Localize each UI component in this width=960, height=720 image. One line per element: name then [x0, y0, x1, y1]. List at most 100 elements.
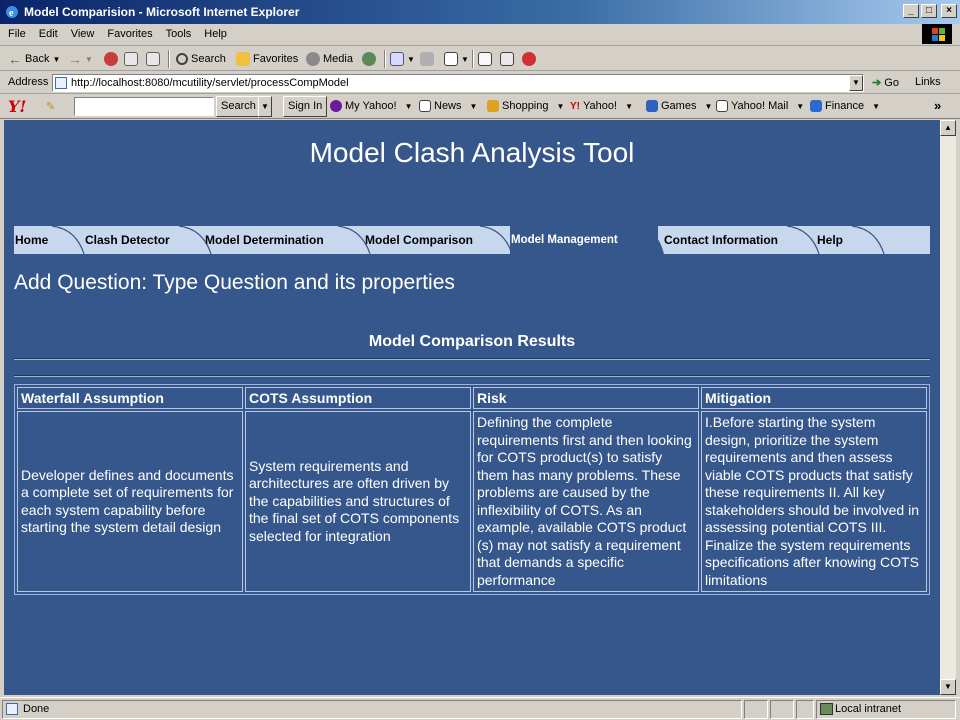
discuss-button[interactable] — [478, 50, 492, 68]
my-yahoo-link[interactable]: My Yahoo! ▼ — [330, 100, 413, 112]
shopping-label: Shopping — [502, 100, 549, 112]
tab-home[interactable]: Home — [15, 226, 48, 254]
yahoo-search-input[interactable] — [74, 97, 214, 116]
messenger-icon — [500, 52, 514, 66]
forward-button[interactable]: → ▼ — [68, 50, 93, 68]
tab-model-determination[interactable]: Model Determination — [205, 226, 324, 254]
address-input[interactable]: http://localhost:8080/mcutility/servlet/… — [52, 74, 864, 92]
edit-button[interactable]: ▼ — [444, 50, 469, 68]
cell-cots-assumption: System requirements and architectures ar… — [244, 411, 471, 592]
forward-arrow-icon: → — [68, 51, 82, 67]
status-panel — [744, 700, 768, 719]
yahoo-search-dropdown[interactable]: ▼ — [258, 96, 272, 117]
results-title: Model Comparison Results — [368, 333, 576, 350]
app-title: Model Clash Analysis Tool — [309, 137, 635, 168]
yahoo-link[interactable]: Y! Yahoo! ▼ — [570, 100, 633, 112]
favorites-label: Favorites — [253, 53, 299, 65]
intranet-icon — [820, 703, 833, 715]
yahoo-logo[interactable]: Y! — [8, 97, 26, 116]
yahoo-mail-link[interactable]: Yahoo! Mail ▼ — [716, 100, 804, 112]
search-button[interactable]: Search — [176, 50, 226, 68]
standard-toolbar: ← Back ▼ → ▼ Search Favorites Media ▼ ▼ — [0, 47, 960, 71]
table-header-row: Waterfall Assumption COTS Assumption Ris… — [17, 387, 927, 409]
history-button[interactable] — [362, 50, 376, 68]
yahoo-small-icon: Y! — [570, 100, 580, 112]
mail-button[interactable]: ▼ — [390, 50, 415, 68]
research-button[interactable] — [522, 50, 536, 68]
close-button[interactable]: × — [941, 4, 957, 18]
links-button[interactable]: Links — [915, 76, 941, 88]
page-content: Model Clash Analysis Tool Home Clash Det… — [4, 120, 940, 695]
minimize-button[interactable]: _ — [903, 4, 919, 18]
cell-mitigation: I.Before starting the system design, pri… — [700, 411, 927, 592]
chevron-down-icon: ▼ — [404, 101, 413, 111]
scroll-up-button[interactable]: ▲ — [940, 120, 956, 136]
sign-in-button[interactable]: Sign In — [283, 96, 328, 117]
column-header-mitigation: Mitigation — [700, 387, 927, 409]
news-link[interactable]: News ▼ — [419, 100, 477, 112]
toolbar-more-button[interactable]: » — [934, 98, 941, 113]
mail-icon — [390, 52, 404, 66]
mail-icon — [716, 100, 728, 112]
menu-view[interactable]: View — [71, 28, 95, 40]
go-button[interactable]: ➔ Go — [872, 76, 899, 89]
page-heading: Add Question: Type Question and its prop… — [14, 271, 455, 294]
menu-file[interactable]: File — [8, 28, 26, 40]
chevron-down-icon: ▼ — [796, 101, 805, 111]
refresh-icon — [124, 52, 138, 66]
vertical-scrollbar[interactable]: ▲ ▼ — [940, 120, 956, 695]
yahoo-search-button[interactable]: Search — [216, 96, 261, 117]
menu-bar: File Edit View Favorites Tools Help — [0, 24, 960, 46]
go-label: Go — [884, 77, 899, 89]
comparison-results-table: Waterfall Assumption COTS Assumption Ris… — [14, 384, 930, 595]
stop-icon — [104, 52, 118, 66]
discuss-icon — [478, 52, 492, 66]
page-icon — [55, 77, 67, 89]
games-link[interactable]: Games ▼ — [646, 100, 712, 112]
shopping-link[interactable]: Shopping ▼ — [487, 100, 564, 112]
favorites-button[interactable]: Favorites — [236, 50, 298, 68]
news-label: News — [434, 100, 462, 112]
address-dropdown-button[interactable]: ▼ — [849, 75, 863, 91]
status-panel — [770, 700, 794, 719]
window-title: Model Comparision - Microsoft Internet E… — [24, 5, 300, 19]
tab-help[interactable]: Help — [817, 226, 843, 254]
address-url: http://localhost:8080/mcutility/servlet/… — [71, 77, 349, 89]
my-yahoo-label: My Yahoo! — [345, 100, 397, 112]
chevron-down-icon: ▼ — [556, 101, 565, 111]
home-button[interactable] — [146, 50, 160, 68]
window-titlebar[interactable]: e Model Comparision - Microsoft Internet… — [0, 0, 960, 24]
tab-model-comparison[interactable]: Model Comparison — [365, 226, 473, 254]
chevron-down-icon: ▼ — [52, 54, 61, 64]
my-yahoo-icon — [330, 100, 342, 112]
menu-tools[interactable]: Tools — [166, 28, 192, 40]
scroll-down-button[interactable]: ▼ — [940, 679, 956, 695]
internet-explorer-icon: e — [6, 6, 18, 19]
messenger-button[interactable] — [500, 50, 514, 68]
shopping-icon — [487, 100, 499, 112]
back-button[interactable]: ← Back ▼ — [8, 50, 60, 68]
media-button[interactable]: Media — [306, 50, 353, 68]
refresh-button[interactable] — [124, 50, 138, 68]
status-panel — [796, 700, 814, 719]
column-header-waterfall: Waterfall Assumption — [17, 387, 243, 409]
menu-help[interactable]: Help — [204, 28, 227, 40]
tab-contact-information[interactable]: Contact Information — [664, 226, 778, 254]
chevron-down-icon: ▼ — [85, 54, 93, 64]
chevron-down-icon: ▼ — [461, 54, 469, 64]
address-bar: Address http://localhost:8080/mcutility/… — [0, 72, 960, 94]
tab-clash-detector[interactable]: Clash Detector — [85, 226, 170, 254]
pencil-icon[interactable]: ✎ — [46, 100, 55, 113]
print-button[interactable] — [420, 50, 434, 68]
divider — [14, 375, 930, 377]
menu-edit[interactable]: Edit — [39, 28, 58, 40]
table-row: Developer defines and documents a comple… — [17, 411, 927, 592]
stop-button[interactable] — [104, 50, 118, 68]
maximize-button[interactable]: □ — [921, 4, 937, 18]
menu-favorites[interactable]: Favorites — [107, 28, 152, 40]
search-label: Search — [191, 53, 226, 65]
status-text-panel: Done — [2, 700, 742, 719]
home-icon — [146, 52, 160, 66]
tab-model-management[interactable]: Model Management — [511, 226, 618, 254]
finance-link[interactable]: Finance ▼ — [810, 100, 880, 112]
